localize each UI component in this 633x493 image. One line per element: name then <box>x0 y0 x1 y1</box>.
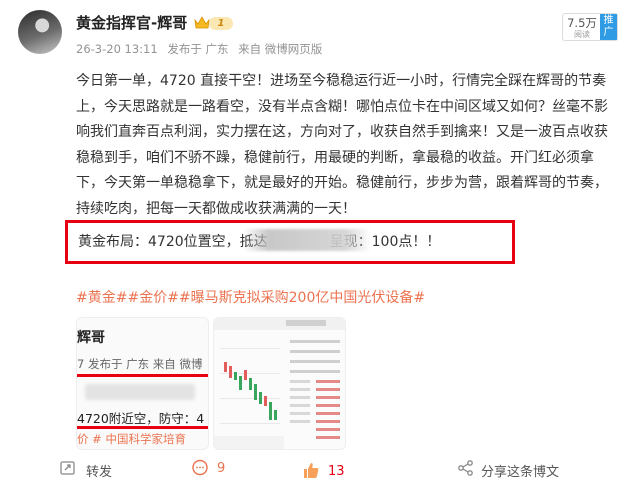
image-thumbnail-2[interactable] <box>213 317 346 450</box>
reads-label: 阅读 <box>574 30 590 39</box>
avatar[interactable] <box>18 10 62 54</box>
thumb-tags: 价 # 中国科学家培育 <box>77 432 186 446</box>
thumb-text: 4720附近空，防守：4 <box>77 411 205 426</box>
candlestick-chart-image <box>214 318 345 449</box>
action-bar: 转发 9 13 分享这条博文 <box>0 458 633 484</box>
repost-label[interactable]: 转发 <box>86 461 112 480</box>
post-timestamp[interactable]: 26-3-20 13:11 <box>76 42 158 56</box>
highlight-box <box>65 220 515 264</box>
share-label[interactable]: 分享这条博文 <box>481 461 559 480</box>
reads-counter: 7.5万 阅读 推广 <box>562 13 618 41</box>
thumb-author-name: 辉哥 <box>77 330 105 346</box>
post-body: 今日第一单，4720 直接干空！进场至今稳稳运行近一小时，行情完全踩在辉哥的节奏… <box>76 73 608 217</box>
author-name[interactable]: 黄金指挥官-辉哥 <box>76 12 187 33</box>
comment-count[interactable]: 9 <box>217 461 225 476</box>
vip-badge-group: 1 <box>193 14 235 32</box>
post-source: 来自 微博网页版 <box>238 42 323 56</box>
thumb-blurred-watermark <box>85 384 195 400</box>
post-meta: 26-3-20 13:11 发布于 广东 来自 微博网页版 <box>76 41 328 57</box>
vip-level-badge: 1 <box>209 17 233 30</box>
thumb-red-line <box>77 374 208 377</box>
image-thumbnail-1[interactable]: 辉哥 7 发布于 广东 来自 微博 4720附近空，防守：4 价 # 中国科学家… <box>76 317 209 450</box>
thumb-meta: 7 发布于 广东 来自 微博 <box>77 357 203 371</box>
share-icon[interactable] <box>456 458 476 478</box>
repost-icon[interactable] <box>58 458 78 478</box>
thumb-red-line-2 <box>77 426 208 429</box>
like-count[interactable]: 13 <box>328 464 345 479</box>
promote-button[interactable]: 推广 <box>600 14 617 40</box>
like-icon[interactable] <box>301 460 321 480</box>
comment-icon[interactable] <box>190 458 210 478</box>
post-tags[interactable]: #黄金##金价##曝马斯克拟采购200亿中国光伏设备# <box>76 287 425 307</box>
post-location: 发布于 广东 <box>167 42 229 56</box>
